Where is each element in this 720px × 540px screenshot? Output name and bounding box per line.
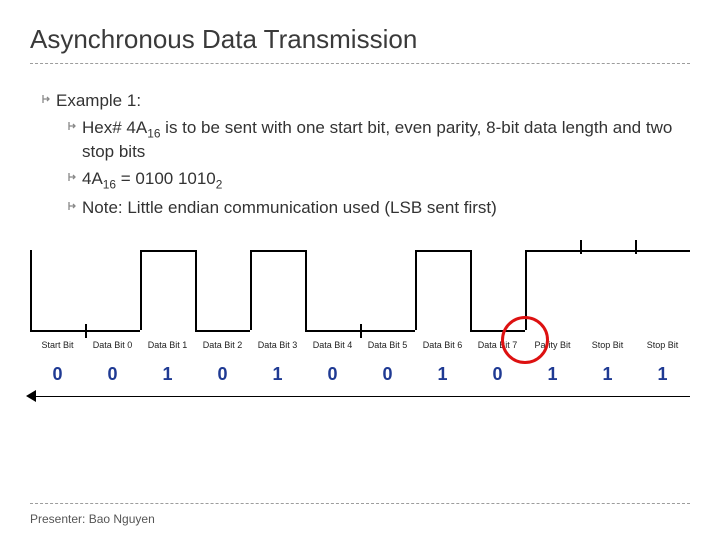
bullet-marker-icon [64, 197, 82, 220]
presenter-text: Presenter: Bao Nguyen [30, 512, 690, 526]
bit-label: Stop Bit [635, 340, 690, 350]
bullet-text: 4A16 = 0100 10102 [82, 168, 690, 192]
text-fragment: = 0100 1010 [116, 169, 216, 188]
bullet-marker-icon [64, 117, 82, 164]
bullet-item: Note: Little endian communication used (… [38, 197, 690, 220]
bit-label: Data Bit 6 [415, 340, 470, 350]
bit-value: 0 [195, 364, 250, 385]
title-divider [30, 63, 690, 64]
subscript: 16 [103, 178, 116, 192]
footer-divider [30, 503, 690, 504]
bit-label: Data Bit 1 [140, 340, 195, 350]
waveform-cell [305, 240, 360, 350]
subscript: 2 [216, 178, 223, 192]
bullet-text: Example 1: [56, 90, 690, 113]
waveform-cell [140, 240, 195, 350]
bit-label: Start Bit [30, 340, 85, 350]
bit-value: 0 [85, 364, 140, 385]
waveform-cell [580, 240, 635, 350]
bullet-marker-icon [38, 90, 56, 113]
text-fragment: Hex# 4A [82, 118, 147, 137]
bullet-text: Note: Little endian communication used (… [82, 197, 690, 220]
bit-labels-row: Start BitData Bit 0Data Bit 1Data Bit 2D… [30, 340, 690, 350]
bullet-item: Example 1: [38, 90, 690, 113]
bit-value: 0 [360, 364, 415, 385]
bit-value: 0 [30, 364, 85, 385]
slide-title: Asynchronous Data Transmission [30, 24, 690, 55]
bit-values-row: 001010010111 [30, 364, 690, 385]
bit-value: 1 [525, 364, 580, 385]
bit-label: Data Bit 4 [305, 340, 360, 350]
lsb-direction-arrow [30, 396, 690, 397]
waveform-cell [525, 240, 580, 350]
text-fragment: 4A [82, 169, 103, 188]
bit-value: 1 [415, 364, 470, 385]
bit-label: Data Bit 7 [470, 340, 525, 350]
waveform-cell [470, 240, 525, 350]
bit-value: 1 [580, 364, 635, 385]
slide-footer: Presenter: Bao Nguyen [30, 503, 690, 526]
waveform-cell [195, 240, 250, 350]
bullet-item: Hex# 4A16 is to be sent with one start b… [38, 117, 690, 164]
bit-label: Data Bit 3 [250, 340, 305, 350]
waveform-cell [85, 240, 140, 350]
waveform-cell [30, 240, 85, 350]
bullet-item: 4A16 = 0100 10102 [38, 168, 690, 192]
waveform-cell [415, 240, 470, 350]
bullet-marker-icon [64, 168, 82, 192]
bit-value: 1 [635, 364, 690, 385]
arrow-head-icon [26, 390, 36, 402]
waveform-cell [635, 240, 690, 350]
waveform-cell [360, 240, 415, 350]
bit-label: Parity Bit [525, 340, 580, 350]
text-fragment: is to be sent with one start bit, even p… [82, 118, 672, 161]
bit-label: Data Bit 2 [195, 340, 250, 350]
bullet-list: Example 1: Hex# 4A16 is to be sent with … [30, 90, 690, 220]
bit-label: Data Bit 5 [360, 340, 415, 350]
subscript: 16 [147, 126, 160, 140]
bit-value: 0 [305, 364, 360, 385]
bit-label: Stop Bit [580, 340, 635, 350]
bit-value: 0 [470, 364, 525, 385]
bit-label: Data Bit 0 [85, 340, 140, 350]
bit-value: 1 [140, 364, 195, 385]
timing-diagram: Start BitData Bit 0Data Bit 1Data Bit 2D… [30, 240, 690, 440]
bullet-text: Hex# 4A16 is to be sent with one start b… [82, 117, 690, 164]
waveform-cell [250, 240, 305, 350]
bit-value: 1 [250, 364, 305, 385]
